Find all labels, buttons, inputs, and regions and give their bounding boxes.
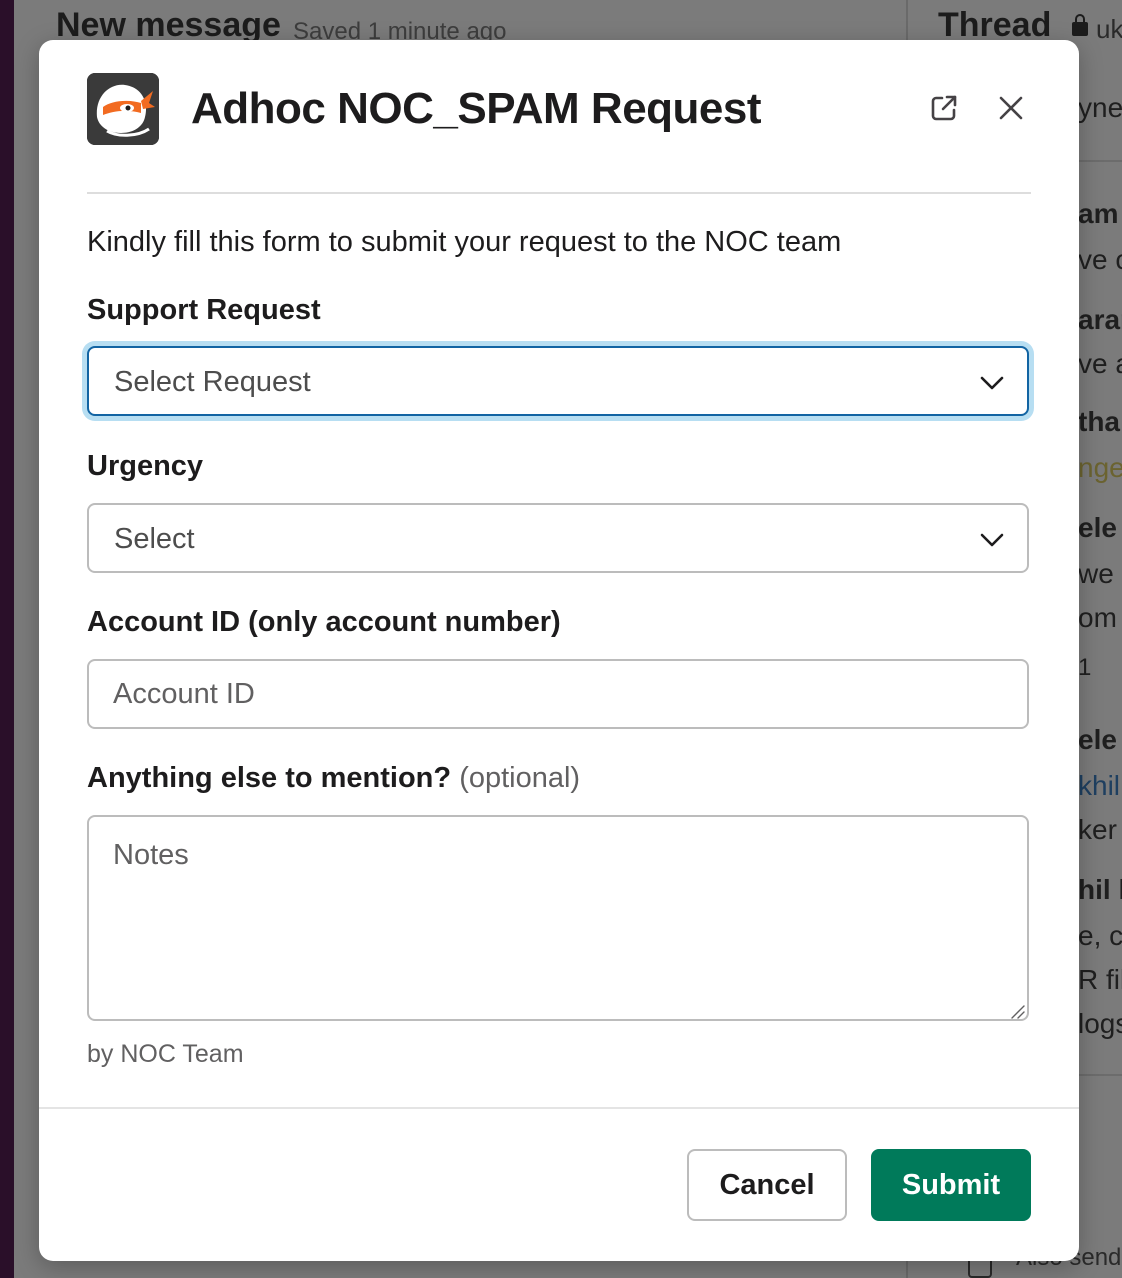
optional-tag: (optional) xyxy=(459,762,581,794)
thread-separator xyxy=(1078,1074,1122,1076)
thread-fragment: tha xyxy=(1078,406,1120,437)
attribution: by NOC Team xyxy=(87,1040,244,1068)
chevron-down-icon xyxy=(980,376,1004,390)
form-intro: Kindly fill this form to submit your req… xyxy=(87,226,842,258)
chevron-down-icon xyxy=(980,533,1004,547)
submit-button[interactable]: Submit xyxy=(871,1149,1031,1221)
urgency-placeholder: Select xyxy=(114,523,195,555)
support-request-placeholder: Select Request xyxy=(114,366,311,398)
thread-fragment: ker xyxy=(1078,814,1117,845)
account-id-label: Account ID (only account number) xyxy=(87,606,561,638)
workspace-sidebar xyxy=(0,0,14,1278)
thread-fragment: R file xyxy=(1078,964,1122,995)
thread-fragment: e, ca xyxy=(1078,920,1122,951)
thread-fragment: ve a xyxy=(1078,348,1122,379)
request-modal: Adhoc NOC_SPAM Request Kindly fill this … xyxy=(39,40,1079,1261)
account-id-input[interactable] xyxy=(87,659,1029,729)
cancel-button[interactable]: Cancel xyxy=(687,1149,847,1221)
modal-title: Adhoc NOC_SPAM Request xyxy=(191,84,762,133)
urgency-select[interactable]: Select xyxy=(87,503,1029,573)
footer-divider xyxy=(39,1107,1079,1109)
thread-fragment: logs xyxy=(1078,1008,1122,1039)
thread-fragment: ele xyxy=(1078,724,1117,755)
support-request-label: Support Request xyxy=(87,294,321,326)
thread-separator xyxy=(1078,160,1122,162)
urgency-label: Urgency xyxy=(87,450,204,482)
close-icon[interactable] xyxy=(991,88,1031,128)
ninja-logo-icon xyxy=(87,73,159,145)
thread-channel: uk xyxy=(1096,14,1122,44)
reaction-count: 1 xyxy=(1078,654,1092,681)
lock-icon xyxy=(1072,14,1088,36)
thread-fragment: hil h xyxy=(1078,874,1122,905)
thread-fragment: ngel xyxy=(1078,452,1122,483)
thread-fragment: aram xyxy=(1078,304,1122,335)
thread-fragment: om xyxy=(1078,602,1117,633)
thread-fragment: ve c xyxy=(1078,244,1122,275)
notes-label-text: Anything else to mention? xyxy=(87,762,452,794)
external-link-icon[interactable] xyxy=(924,88,964,128)
support-request-select[interactable]: Select Request xyxy=(87,346,1029,416)
resize-handle-icon[interactable] xyxy=(1009,1003,1025,1019)
notes-label: Anything else to mention? (optional) xyxy=(87,762,580,795)
thread-fragment: am xyxy=(1078,198,1119,229)
thread-fragment: khil xyxy=(1078,770,1121,801)
thread-fragment: ele xyxy=(1078,512,1117,543)
header-divider xyxy=(87,192,1031,194)
thread-fragment: ynes xyxy=(1078,92,1122,123)
notes-textarea[interactable] xyxy=(87,815,1029,1021)
thread-fragment: we xyxy=(1078,558,1114,589)
